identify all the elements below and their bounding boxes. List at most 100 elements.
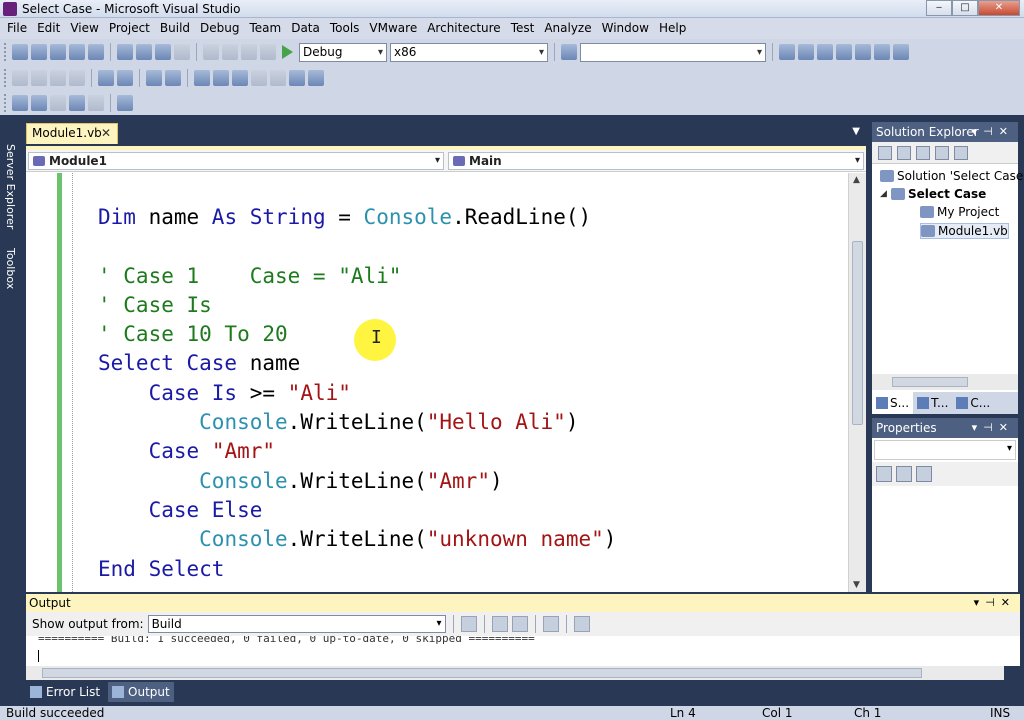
menu-project[interactable]: Project [104, 18, 155, 39]
display-object-members-icon[interactable] [12, 70, 28, 86]
previous-bookmark-icon[interactable] [213, 70, 229, 86]
code-content[interactable]: Dim name As String = Console.ReadLine() … [98, 203, 616, 584]
solution-platform-select[interactable]: x86 [390, 42, 548, 62]
menu-test[interactable]: Test [506, 18, 540, 39]
output-horizontal-scrollbar[interactable] [26, 666, 1004, 680]
solution-configuration-select[interactable]: Debug [299, 42, 387, 62]
panel-controls[interactable]: ▾⊣✕ [974, 594, 1016, 612]
start-page-icon[interactable] [855, 44, 871, 60]
properties-window-icon[interactable] [798, 44, 814, 60]
close-button[interactable]: ✕ [978, 0, 1020, 16]
parameter-info-icon[interactable] [31, 70, 47, 86]
clear-all-icon[interactable] [542, 616, 559, 632]
tab-solution-explorer[interactable]: S... [872, 392, 914, 414]
save-icon[interactable] [69, 44, 85, 60]
types-dropdown[interactable]: Module1 [28, 152, 444, 170]
panel-controls[interactable]: ▾⊣✕ [972, 122, 1014, 142]
step-over-icon[interactable] [69, 95, 85, 111]
clear-bookmarks-icon[interactable] [308, 70, 324, 86]
categorized-icon[interactable] [876, 466, 892, 482]
maximize-button[interactable]: □ [952, 0, 978, 16]
scroll-up-icon[interactable]: ▲ [853, 175, 860, 185]
editor-vertical-scrollbar[interactable]: ▲ ▼ [848, 173, 866, 592]
toolbox-tab[interactable]: Toolbox [3, 248, 17, 289]
menu-analyze[interactable]: Analyze [539, 18, 596, 39]
alphabetical-icon[interactable] [896, 466, 912, 482]
tree-module1[interactable]: Module1.vb [920, 223, 1009, 239]
open-file-icon[interactable] [50, 44, 66, 60]
scrollbar-thumb[interactable] [42, 668, 922, 678]
view-code-icon[interactable] [935, 145, 949, 160]
object-select[interactable] [874, 440, 1016, 460]
next-bookmark-icon[interactable] [232, 70, 248, 86]
redo-icon[interactable] [222, 44, 238, 60]
toggle-bookmark-icon[interactable] [194, 70, 210, 86]
find-message-icon[interactable] [460, 616, 477, 632]
menu-vmware[interactable]: VMware [364, 18, 422, 39]
previous-bookmark-in-document-icon[interactable] [289, 70, 305, 86]
menu-team[interactable]: Team [244, 18, 286, 39]
property-pages-icon[interactable] [916, 466, 932, 482]
toolbar-grip[interactable] [4, 94, 7, 112]
tab-output[interactable]: Output [108, 682, 174, 702]
close-icon[interactable]: ✕ [101, 124, 111, 143]
uncomment-icon[interactable] [165, 70, 181, 86]
debug-windows-icon[interactable] [117, 95, 133, 111]
navigate-back-icon[interactable] [241, 44, 257, 60]
quick-info-icon[interactable] [50, 70, 66, 86]
tab-module1[interactable]: Module1.vb ✕ [26, 123, 118, 144]
menu-view[interactable]: View [65, 18, 103, 39]
previous-message-icon[interactable] [491, 616, 508, 632]
decrease-indent-icon[interactable] [98, 70, 114, 86]
stop-debugging-icon[interactable] [50, 95, 66, 111]
refresh-icon[interactable] [916, 145, 930, 160]
scrollbar-thumb[interactable] [892, 377, 968, 387]
increase-indent-icon[interactable] [117, 70, 133, 86]
previous-bookmark-in-folder-icon[interactable] [251, 70, 267, 86]
code-text-area[interactable]: Dim name As String = Console.ReadLine() … [26, 173, 848, 592]
menu-data[interactable]: Data [286, 18, 325, 39]
undo-icon[interactable] [203, 44, 219, 60]
toolbox-icon[interactable] [836, 44, 852, 60]
members-dropdown[interactable]: Main [448, 152, 864, 170]
tree-project[interactable]: ◢ Select Case [880, 187, 986, 201]
step-out-icon[interactable] [88, 95, 104, 111]
scrollbar-thumb[interactable] [852, 241, 863, 425]
new-project-icon[interactable] [12, 44, 28, 60]
server-explorer-tab[interactable]: Server Explorer [3, 144, 17, 229]
menu-build[interactable]: Build [155, 18, 195, 39]
tab-class-view[interactable]: C... [952, 392, 994, 414]
menu-help[interactable]: Help [654, 18, 691, 39]
next-bookmark-in-folder-icon[interactable] [270, 70, 286, 86]
add-item-icon[interactable] [31, 44, 47, 60]
breakpoints-icon[interactable] [31, 95, 47, 111]
output-source-select[interactable]: Build [147, 615, 446, 633]
save-all-icon[interactable] [88, 44, 104, 60]
menu-window[interactable]: Window [597, 18, 654, 39]
toolbar-grip[interactable] [4, 43, 7, 61]
tree-solution[interactable]: Solution 'Select Case' [880, 169, 1024, 183]
start-debugging-icon[interactable] [282, 45, 293, 59]
expand-arrow-icon[interactable]: ◢ [880, 189, 888, 199]
chevron-down-icon[interactable]: ▼ [852, 126, 860, 137]
minimize-button[interactable]: ‒ [926, 0, 952, 16]
tab-error-list[interactable]: Error List [26, 682, 104, 702]
command-window-icon[interactable] [893, 44, 909, 60]
complete-word-icon[interactable] [69, 70, 85, 86]
scroll-down-icon[interactable]: ▼ [853, 580, 860, 590]
class-diagram-icon[interactable] [954, 145, 968, 160]
tree-my-project[interactable]: My Project [920, 205, 999, 219]
step-into-icon[interactable] [12, 95, 28, 111]
comment-out-icon[interactable] [146, 70, 162, 86]
panel-controls[interactable]: ▾⊣✕ [972, 418, 1014, 438]
solution-horizontal-scrollbar[interactable] [872, 374, 1018, 390]
copy-icon[interactable] [136, 44, 152, 60]
find-combo[interactable] [580, 42, 766, 62]
menu-edit[interactable]: Edit [32, 18, 65, 39]
show-all-files-icon[interactable] [897, 145, 911, 160]
cut-icon[interactable] [117, 44, 133, 60]
navigate-forward-icon[interactable] [260, 44, 276, 60]
tab-team-explorer[interactable]: T... [913, 392, 952, 414]
menu-file[interactable]: File [2, 18, 32, 39]
word-wrap-icon[interactable] [573, 616, 590, 632]
